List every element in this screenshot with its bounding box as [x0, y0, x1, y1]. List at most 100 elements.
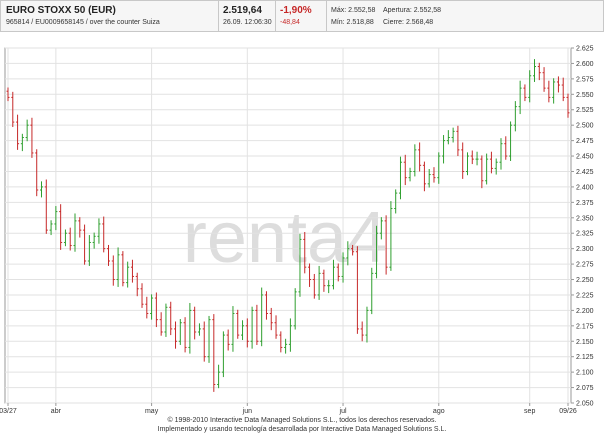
- ohlc-bar: [442, 135, 446, 164]
- ohlc-bar: [360, 321, 364, 342]
- ohlc-bar: [461, 142, 465, 179]
- ohlc-bar: [25, 119, 29, 142]
- y-tick-label: 2.050: [576, 401, 594, 408]
- implementation-line: Implementado y usando tecnología desarro…: [157, 426, 447, 433]
- y-tick-label: 2.250: [576, 277, 594, 284]
- y-tick-label: 2.325: [576, 231, 594, 238]
- ohlc-bar: [552, 78, 556, 104]
- price-chart: renta4 2.625 2.600 2.575 2.550 2.525 2.500 2.4…: [0, 46, 594, 416]
- ohlc-bar: [59, 204, 63, 250]
- ohlc-bar: [509, 121, 513, 161]
- ohlc-bar: [217, 364, 221, 389]
- y-tick-label: 2.525: [576, 107, 594, 114]
- ohlc-bar: [150, 294, 154, 320]
- change-percent: -1,90%: [280, 5, 312, 16]
- ohlc-bar: [145, 296, 149, 319]
- max-value: Máx: 2.552,58: [331, 7, 376, 14]
- ohlc-bar: [111, 255, 115, 286]
- ohlc-bar: [437, 152, 441, 184]
- ohlc-bar: [561, 77, 565, 102]
- y-tick-label: 2.375: [576, 200, 594, 207]
- ohlc-bar: [547, 80, 551, 103]
- ohlc-bar: [279, 331, 283, 353]
- last-price-cell: 2.519,64 26.09. 12:06:30: [219, 1, 276, 31]
- x-tick-label: jun: [242, 408, 252, 415]
- ohlc-bar: [97, 218, 101, 244]
- ohlc-bar: [327, 280, 331, 294]
- ohlc-bar: [87, 235, 91, 266]
- min-value: Mín: 2.518,88: [331, 19, 374, 26]
- ohlc-bar: [16, 114, 20, 150]
- ohlc-bar: [264, 291, 268, 320]
- y-tick-label: 2.125: [576, 354, 594, 361]
- ohlc-bar: [193, 306, 197, 340]
- ohlc-bar: [518, 80, 522, 115]
- y-tick-label: 2.075: [576, 385, 594, 392]
- ohlc-bar: [63, 229, 67, 247]
- ohlc-bar: [40, 181, 44, 198]
- y-tick-label: 2.100: [576, 370, 594, 377]
- ohlc-bar: [398, 156, 402, 200]
- ohlc-bar: [126, 261, 130, 288]
- y-tick-label: 2.500: [576, 123, 594, 130]
- ohlc-bar: [241, 320, 245, 341]
- y-tick-label: 2.600: [576, 61, 594, 68]
- ohlc-bar: [102, 216, 106, 253]
- y-tick-label: 2.225: [576, 292, 594, 299]
- change-absolute: -48,84: [280, 19, 300, 26]
- session-stats-cell: Máx: 2.552,58 Apertura: 2.552,58 Mín: 2.…: [327, 1, 603, 31]
- ohlc-bar: [68, 227, 72, 251]
- ohlc-bar: [365, 306, 369, 343]
- x-tick-label: 09/26: [559, 408, 577, 415]
- ohlc-bar: [183, 317, 187, 353]
- y-tick-label: 2.275: [576, 262, 594, 269]
- ohlc-bar: [542, 67, 546, 92]
- x-tick-label: abr: [51, 408, 62, 415]
- instrument-codes: 965814 / EU0009658145 / over the counter…: [6, 19, 160, 26]
- ohlc-bar: [432, 167, 436, 183]
- ohlc-bar: [197, 323, 201, 336]
- ohlc-bar: [135, 272, 139, 297]
- ohlc-bar: [494, 158, 498, 175]
- ohlc-bar: [164, 303, 168, 337]
- ohlc-bar: [269, 307, 273, 331]
- y-tick-label: 2.550: [576, 92, 594, 99]
- ohlc-bar: [154, 292, 158, 328]
- ohlc-bar: [245, 318, 249, 348]
- ohlc-bar: [226, 329, 230, 351]
- y-tick-label: 2.350: [576, 215, 594, 222]
- y-tick-label: 2.200: [576, 308, 594, 315]
- y-tick-label: 2.425: [576, 169, 594, 176]
- y-tick-label: 2.475: [576, 138, 594, 145]
- y-tick-label: 2.300: [576, 246, 594, 253]
- y-tick-label: 2.625: [576, 46, 594, 53]
- x-tick-label: may: [145, 408, 159, 415]
- ohlc-bar: [513, 101, 517, 132]
- copyright-line: © 1998-2010 Interactive Data Managed Sol…: [167, 417, 437, 424]
- ohlc-bar: [499, 138, 503, 170]
- ohlc-bar: [236, 309, 240, 339]
- ohlc-bar: [207, 315, 211, 363]
- y-tick-label: 2.400: [576, 184, 594, 191]
- x-tick-label: sep: [524, 408, 535, 415]
- ohlc-bar: [169, 301, 173, 336]
- ohlc-bar: [30, 117, 34, 158]
- ohlc-bar: [44, 179, 48, 234]
- ohlc-bar: [528, 70, 532, 103]
- x-tick-label: 03/27: [0, 408, 17, 415]
- change-cell: -1,90% -48,84: [276, 1, 327, 31]
- y-tick-label: 2.150: [576, 339, 594, 346]
- instrument-cell: EURO STOXX 50 (EUR) 965814 / EU000965814…: [1, 1, 219, 31]
- ohlc-bar: [470, 150, 474, 165]
- x-tick-label: jul: [339, 408, 347, 415]
- ohlc-bar: [274, 315, 278, 339]
- x-tick-label: ago: [433, 408, 445, 415]
- y-tick-label: 2.575: [576, 76, 594, 83]
- ohlc-bar: [446, 130, 450, 145]
- ohlc-bar: [288, 318, 292, 352]
- x-axis: 03/27 abr may jun jul ago sep 09/26: [0, 403, 577, 415]
- ohlc-bar: [73, 213, 77, 252]
- ohlc-bar: [260, 287, 264, 347]
- y-axis: 2.625 2.600 2.575 2.550 2.525 2.500 2.475 2.450…: [571, 46, 594, 408]
- watermark-logo: renta4: [183, 198, 387, 278]
